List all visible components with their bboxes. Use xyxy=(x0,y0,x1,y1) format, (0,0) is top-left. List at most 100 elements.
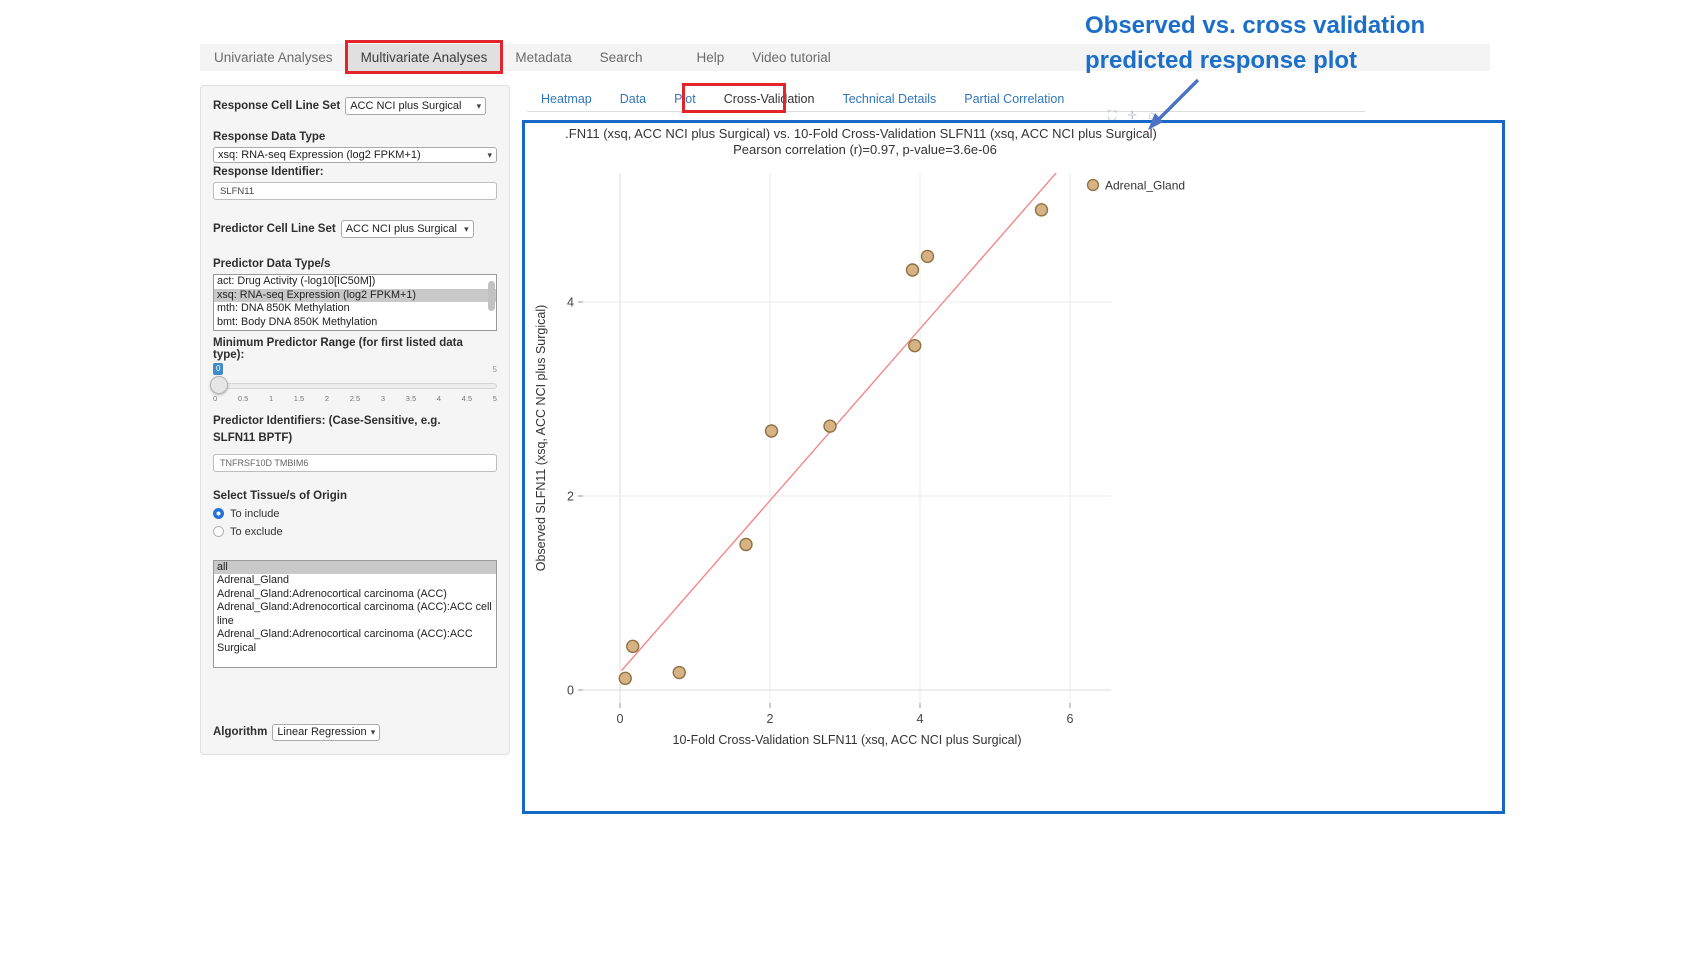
slider-tick: 2.5 xyxy=(350,394,360,403)
slider-tick: 4.5 xyxy=(462,394,472,403)
nav-item-multivariate-analyses[interactable]: Multivariate Analyses xyxy=(347,44,502,71)
chevron-down-icon: ▾ xyxy=(367,727,376,738)
algorithm-label: Algorithm xyxy=(213,726,267,738)
x-tick-label: 0 xyxy=(617,712,624,726)
slider-value-badge: 0 xyxy=(213,363,223,375)
radio-unselected-icon xyxy=(213,526,224,537)
slider-tick: 2 xyxy=(325,394,329,403)
response-identifier-input[interactable] xyxy=(213,182,497,200)
response-identifier-label: Response Identifier: xyxy=(213,166,497,178)
chevron-down-icon: ▾ xyxy=(473,101,482,112)
plot-title: .FN11 (xsq, ACC NCI plus Surgical) vs. 1… xyxy=(522,126,1211,141)
annotation-line1: Observed vs. cross validation xyxy=(1085,8,1425,43)
slider-tick: 0 xyxy=(213,394,217,403)
radio-to-include[interactable]: To include xyxy=(213,508,497,520)
min-predictor-range-label: Minimum Predictor Range (for first liste… xyxy=(213,337,497,361)
slider-tick: 5 xyxy=(493,394,497,403)
chevron-down-icon: ▾ xyxy=(483,150,492,161)
list-item[interactable]: Adrenal_Gland:Adrenocortical carcinoma (… xyxy=(214,628,496,655)
trend-line xyxy=(622,161,1067,670)
algorithm-select[interactable]: Linear Regression ▾ xyxy=(272,724,380,741)
slider-track[interactable] xyxy=(213,383,497,389)
y-tick-label: 0 xyxy=(567,684,574,698)
x-axis-title: 10-Fold Cross-Validation SLFN11 (xsq, AC… xyxy=(673,733,1022,747)
predictor-cell-line-set-select[interactable]: ACC NCI plus Surgical ▾ xyxy=(341,220,474,238)
nav-item-video-tutorial[interactable]: Video tutorial xyxy=(738,44,845,71)
slider-tick: 1 xyxy=(269,394,273,403)
predictor-identifiers-input[interactable] xyxy=(213,454,497,472)
slider-tick-labels: 0 0.5 1 1.5 2 2.5 3 3.5 4 4.5 5 xyxy=(213,394,497,403)
radio-label: To exclude xyxy=(230,526,283,538)
annotation-arrow-icon xyxy=(1128,76,1216,136)
response-data-type-select[interactable]: xsq: RNA-seq Expression (log2 FPKM+1) ▾ xyxy=(213,147,497,163)
tissue-origin-label: Select Tissue/s of Origin xyxy=(213,490,497,502)
list-item[interactable]: Adrenal_Gland:Adrenocortical carcinoma (… xyxy=(214,601,496,628)
slider-tick: 0.5 xyxy=(238,394,248,403)
scatter-point[interactable] xyxy=(766,425,778,437)
x-tick-label: 2 xyxy=(767,712,774,726)
scatter-point[interactable] xyxy=(1036,204,1048,216)
tab-plot[interactable]: Plot xyxy=(660,86,710,111)
radio-label: To include xyxy=(230,508,280,520)
predictor-identifiers-label: Predictor Identifiers: (Case-Sensitive, … xyxy=(213,413,483,448)
slider-tick: 4 xyxy=(437,394,441,403)
algorithm-value: Linear Regression xyxy=(277,726,366,738)
legend-marker-icon[interactable] xyxy=(1088,180,1099,191)
annotation-line2: predicted response plot xyxy=(1085,43,1425,78)
plot-subtitle: Pearson correlation (r)=0.97, p-value=3.… xyxy=(525,142,1205,157)
predictor-cell-line-set-label: Predictor Cell Line Set xyxy=(213,223,336,235)
scatter-chart: 024602410-Fold Cross-Validation SLFN11 (… xyxy=(525,159,1501,811)
scatter-point[interactable] xyxy=(627,640,639,652)
cross-validation-plot-panel: .FN11 (xsq, ACC NCI plus Surgical) vs. 1… xyxy=(522,120,1505,814)
scatter-point[interactable] xyxy=(907,264,919,276)
x-tick-label: 6 xyxy=(1067,712,1074,726)
scatter-point[interactable] xyxy=(909,340,921,352)
list-item[interactable]: xsq: RNA-seq Expression (log2 FPKM+1) xyxy=(214,289,496,303)
y-axis-title: Observed SLFN11 (xsq, ACC NCI plus Surgi… xyxy=(534,305,548,572)
radio-selected-icon xyxy=(213,508,224,519)
nav-item-help[interactable]: Help xyxy=(682,44,738,71)
scatter-point[interactable] xyxy=(619,672,631,684)
predictor-data-types-label: Predictor Data Type/s xyxy=(213,258,497,270)
slider-handle[interactable] xyxy=(210,376,228,394)
min-predictor-range-slider[interactable]: 0 5 0 0.5 1 1.5 2 2.5 3 3.5 4 4.5 5 xyxy=(213,363,497,405)
response-data-type-value: xsq: RNA-seq Expression (log2 FPKM+1) xyxy=(218,149,421,161)
tab-partial-correlation[interactable]: Partial Correlation xyxy=(950,86,1078,111)
tab-data[interactable]: Data xyxy=(606,86,660,111)
scatter-point[interactable] xyxy=(673,667,685,679)
response-cell-line-set-label: Response Cell Line Set xyxy=(213,100,340,112)
predictor-data-types-listbox[interactable]: act: Drug Activity (-log10[IC50M]) xsq: … xyxy=(213,274,497,331)
listbox-scrollbar[interactable] xyxy=(488,281,495,311)
results-tabbar: Heatmap Data Plot Cross-Validation Techn… xyxy=(527,86,1365,112)
y-tick-label: 4 xyxy=(567,296,574,310)
radio-to-exclude[interactable]: To exclude xyxy=(213,526,497,538)
scatter-point[interactable] xyxy=(824,420,836,432)
nav-item-search[interactable]: Search xyxy=(586,44,657,71)
list-item[interactable]: Adrenal_Gland:Adrenocortical carcinoma (… xyxy=(214,588,496,602)
slider-max-label: 5 xyxy=(493,365,497,374)
scatter-point[interactable] xyxy=(922,250,934,262)
list-item[interactable]: mth: DNA 850K Methylation xyxy=(214,302,496,316)
tissue-listbox[interactable]: all Adrenal_Gland Adrenal_Gland:Adrenoco… xyxy=(213,560,497,668)
x-tick-label: 4 xyxy=(917,712,924,726)
slider-tick: 1.5 xyxy=(294,394,304,403)
list-item[interactable]: all xyxy=(214,561,496,575)
list-item[interactable]: act: Drug Activity (-log10[IC50M]) xyxy=(214,275,496,289)
response-cell-line-set-value: ACC NCI plus Surgical xyxy=(350,100,461,112)
tab-cross-validation[interactable]: Cross-Validation xyxy=(710,86,829,111)
scatter-point[interactable] xyxy=(740,539,752,551)
chevron-down-icon: ▾ xyxy=(460,224,469,235)
predictor-cell-line-set-value: ACC NCI plus Surgical xyxy=(346,223,457,235)
annotation-text: Observed vs. cross validation predicted … xyxy=(1085,8,1425,78)
analysis-sidebar: Response Cell Line Set ACC NCI plus Surg… xyxy=(200,85,510,755)
slider-tick: 3 xyxy=(381,394,385,403)
response-cell-line-set-select[interactable]: ACC NCI plus Surgical ▾ xyxy=(345,97,486,115)
tab-heatmap[interactable]: Heatmap xyxy=(527,86,606,111)
legend-label[interactable]: Adrenal_Gland xyxy=(1105,179,1185,193)
slider-tick: 3.5 xyxy=(406,394,416,403)
list-item[interactable]: Adrenal_Gland xyxy=(214,574,496,588)
tab-technical-details[interactable]: Technical Details xyxy=(828,86,950,111)
nav-item-metadata[interactable]: Metadata xyxy=(501,44,585,71)
list-item[interactable]: bmt: Body DNA 850K Methylation xyxy=(214,316,496,330)
nav-item-univariate-analyses[interactable]: Univariate Analyses xyxy=(200,44,347,71)
